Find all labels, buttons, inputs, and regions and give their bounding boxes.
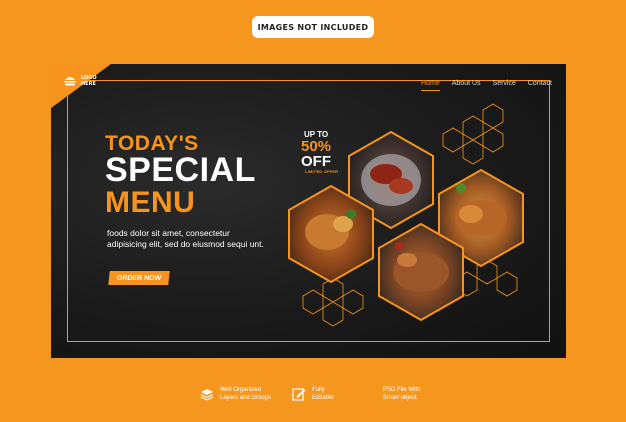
- feature-layers-line1: Well Organized: [220, 387, 261, 393]
- images-not-included-badge: IMAGES NOT INCLUDED: [252, 16, 374, 38]
- layers-icon: [200, 389, 214, 401]
- promo-off: OFF: [301, 153, 331, 170]
- promo-offer: UP TO 50% OFF LIMITED OFFER: [301, 130, 349, 174]
- feature-layers-line2: Layers and Groups: [220, 395, 272, 401]
- promo-percent: 50%: [301, 138, 332, 155]
- feature-layers: Well Organized Layers and Groups: [200, 386, 271, 402]
- feature-editable-line2: Editable: [312, 395, 334, 401]
- features-footer: Well Organized Layers and Groups Fully E…: [0, 386, 626, 416]
- feature-psd-line2: Smart object: [383, 395, 417, 401]
- edit-icon: [292, 388, 306, 401]
- feature-psd: PSD File With Smart object: [383, 386, 420, 402]
- feature-editable-line1: Fully: [312, 387, 325, 393]
- promo-limited: LIMITED OFFER: [305, 169, 339, 174]
- food-hex-gallery: [288, 103, 524, 327]
- feature-editable: Fully Editable: [292, 386, 334, 402]
- feature-psd-line1: PSD File With: [383, 387, 421, 393]
- website-mockup: LOGO HERE Home About Us Service Contact …: [51, 64, 566, 358]
